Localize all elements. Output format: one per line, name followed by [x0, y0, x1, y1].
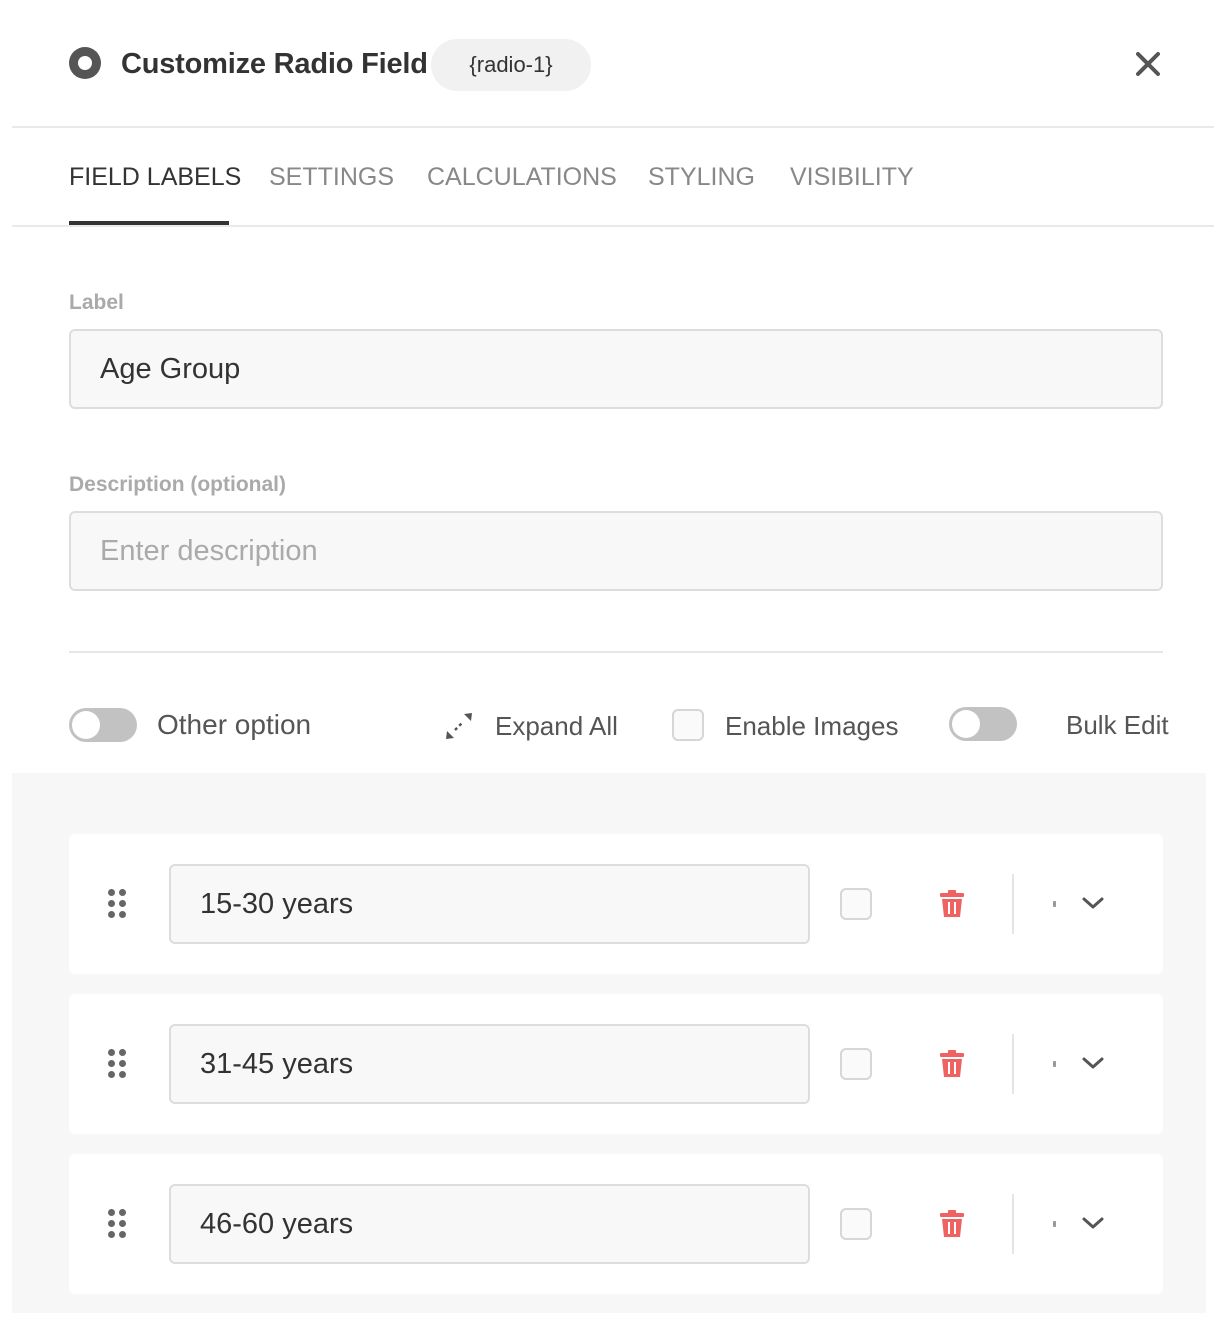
- option-default-checkbox[interactable]: [840, 1208, 872, 1240]
- options-list: [12, 773, 1206, 1313]
- tab-styling[interactable]: STYLING: [648, 162, 755, 192]
- description-field-title: Description (optional): [69, 473, 286, 496]
- delete-option-button[interactable]: [939, 1210, 965, 1238]
- enable-images-checkbox[interactable]: [672, 709, 704, 741]
- trash-icon: [940, 890, 964, 917]
- tick-mark-icon: [1053, 1221, 1056, 1227]
- radio-button-icon: [69, 47, 101, 79]
- tab-settings[interactable]: SETTINGS: [269, 162, 394, 192]
- close-icon: [1136, 52, 1160, 76]
- option-default-checkbox[interactable]: [840, 888, 872, 920]
- field-id-tag: {radio-1}: [431, 39, 591, 91]
- tab-field-labels[interactable]: FIELD LABELS: [69, 162, 241, 192]
- enable-images-label: Enable Images: [725, 711, 899, 741]
- section-divider: [69, 651, 1163, 653]
- trash-icon: [940, 1210, 964, 1237]
- toggle-knob: [72, 711, 100, 739]
- option-value-input[interactable]: [169, 1024, 810, 1104]
- vertical-divider: [1012, 1194, 1014, 1254]
- option-row: [69, 834, 1163, 974]
- tab-calculations[interactable]: CALCULATIONS: [427, 162, 617, 192]
- delete-option-button[interactable]: [939, 890, 965, 918]
- vertical-divider: [1012, 874, 1014, 934]
- delete-option-button[interactable]: [939, 1050, 965, 1078]
- modal-title: Customize Radio Field: [121, 48, 428, 80]
- label-field-title: Label: [69, 291, 124, 314]
- chevron-down-icon[interactable]: [1080, 892, 1106, 914]
- trash-icon: [940, 1050, 964, 1077]
- drag-handle-icon[interactable]: [108, 1049, 128, 1079]
- modal-header: Customize Radio Field {radio-1}: [0, 0, 1220, 127]
- other-option-label: Other option: [157, 709, 312, 740]
- option-row: [69, 994, 1163, 1134]
- tick-mark-icon: [1053, 1061, 1056, 1067]
- chevron-down-icon[interactable]: [1080, 1212, 1106, 1234]
- close-button[interactable]: [1130, 46, 1166, 82]
- chevron-down-icon[interactable]: [1080, 1052, 1106, 1074]
- other-option-toggle[interactable]: [69, 708, 137, 742]
- expand-arrows-icon[interactable]: [444, 711, 474, 741]
- expand-all-button[interactable]: Expand All: [495, 709, 618, 743]
- description-input[interactable]: [69, 511, 1163, 591]
- option-default-checkbox[interactable]: [840, 1048, 872, 1080]
- option-value-input[interactable]: [169, 864, 810, 944]
- vertical-divider: [1012, 1034, 1014, 1094]
- toggle-knob: [952, 710, 980, 738]
- tab-visibility[interactable]: VISIBILITY: [790, 162, 914, 192]
- tick-mark-icon: [1053, 901, 1056, 907]
- drag-handle-icon[interactable]: [108, 1209, 128, 1239]
- tab-bar: FIELD LABELS SETTINGS CALCULATIONS STYLI…: [0, 128, 1220, 227]
- option-row: [69, 1154, 1163, 1294]
- bulk-edit-label: Bulk Edit: [1066, 710, 1169, 740]
- option-value-input[interactable]: [169, 1184, 810, 1264]
- tabs-divider: [12, 225, 1214, 227]
- label-input[interactable]: [69, 329, 1163, 409]
- bulk-edit-toggle[interactable]: [949, 707, 1017, 741]
- drag-handle-icon[interactable]: [108, 889, 128, 919]
